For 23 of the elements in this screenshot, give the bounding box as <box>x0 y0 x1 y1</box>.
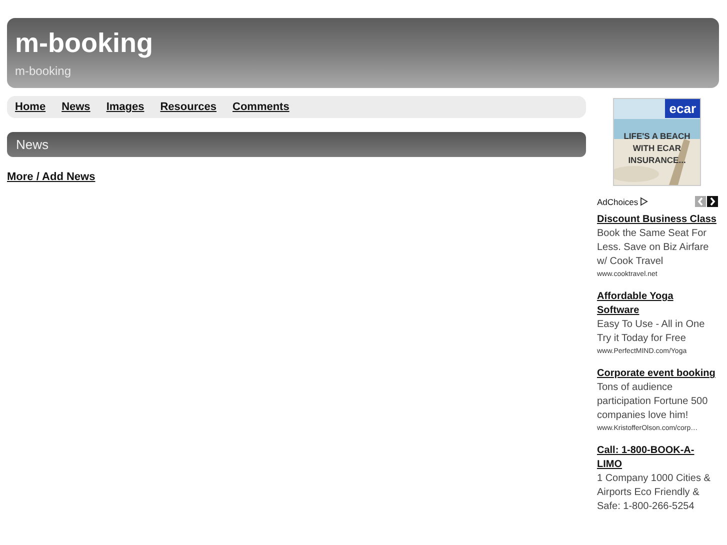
ad-text: 1 Company 1000 Cities & Airports Eco Friendly & Safe: 1-800-266-5254 <box>597 472 712 514</box>
section-header: News <box>7 132 586 157</box>
nav-link[interactable]: Comments <box>232 101 290 113</box>
ad-title-link[interactable]: Discount Business Class <box>597 213 718 227</box>
nav-link[interactable]: Images <box>106 101 144 113</box>
banner-logo: ecar <box>665 99 700 118</box>
ad-title-link[interactable]: Affordable Yoga Software <box>597 290 718 318</box>
adchoices-link[interactable]: AdChoices <box>597 196 648 206</box>
ad-banner[interactable]: ecar LIFE'S A BEACH WITH ECAR INSURANCE... <box>613 98 701 186</box>
ad-text: Book the Same Seat For Less. Save on Biz Airfare w/ Cook Travel <box>597 227 710 269</box>
nav-link[interactable]: Home <box>15 101 46 113</box>
ad-title-link[interactable]: Corporate event booking <box>597 367 718 381</box>
play-icon[interactable] <box>640 197 648 206</box>
next-icon[interactable] <box>707 196 718 207</box>
site-subtitle: m-booking <box>15 64 72 78</box>
more-news-link[interactable]: More / Add News <box>7 171 96 183</box>
nav-link[interactable]: Resources <box>160 101 216 113</box>
ad-title-link[interactable]: Call: 1-800-BOOK-A-LIMO <box>597 444 718 472</box>
ad-text: Tons of audience participation Fortune 500 companies love him! <box>597 381 709 423</box>
ad-text: Easy To Use - All in One Try it Today for Free <box>597 318 706 346</box>
nav-link[interactable]: News <box>62 101 90 113</box>
site-title: m-booking <box>15 27 154 60</box>
banner-headline: LIFE'S A BEACH WITH ECAR INSURANCE... <box>622 130 692 166</box>
